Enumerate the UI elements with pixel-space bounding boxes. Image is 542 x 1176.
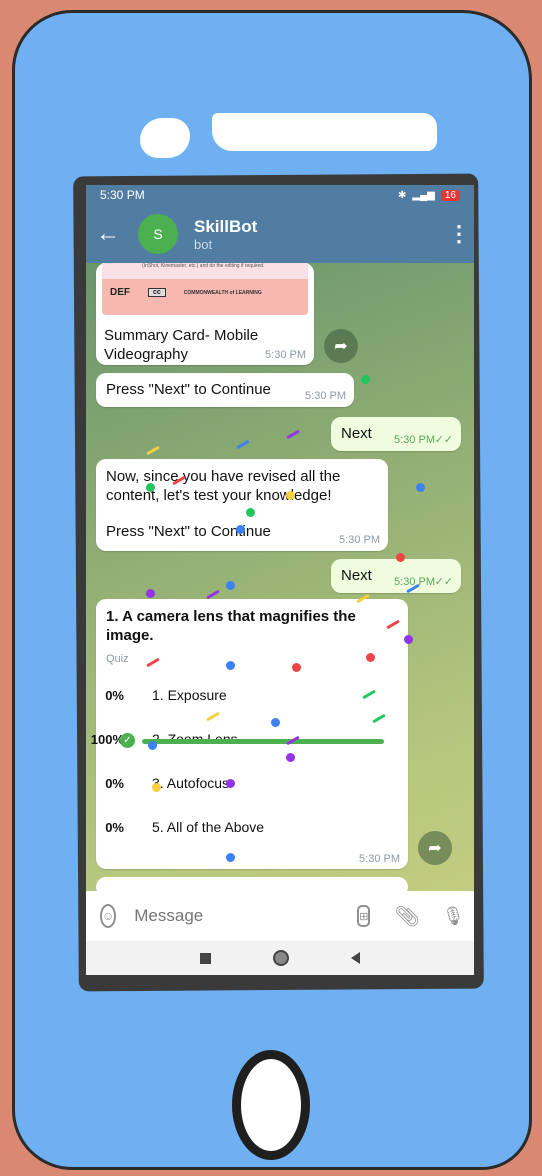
message-text: Next	[341, 567, 372, 584]
message-list[interactable]: (InShot, Kinemaster, etc.) and do the ed…	[86, 263, 474, 897]
home-icon[interactable]	[273, 950, 289, 966]
emoji-icon[interactable]: ☺	[100, 904, 117, 928]
quiz-message[interactable]: 1. A camera lens that magnifies the imag…	[91, 599, 408, 869]
bot-commands-icon[interactable]: ⊞	[357, 905, 371, 927]
message-input[interactable]	[132, 905, 358, 927]
confetti-piece	[226, 581, 235, 590]
option-label: 5. All of the Above	[152, 819, 265, 835]
confetti-piece	[286, 753, 295, 762]
message-time: 5:30 PM	[359, 853, 400, 865]
quiz-option[interactable]: 0% 5. All of the Above	[96, 819, 386, 839]
confetti-piece	[152, 783, 161, 792]
confetti-piece	[148, 741, 157, 750]
more-menu-icon[interactable]: ⋮	[444, 221, 474, 247]
chat-header: ← S SkillBot bot ⋮	[86, 205, 474, 263]
confetti-piece	[404, 635, 413, 644]
status-time: 5:30 PM	[100, 188, 145, 202]
option-percent: 100%	[90, 732, 124, 747]
message-text: Next	[341, 425, 372, 442]
summary-card-top-text: (InShot, Kinemaster, etc.) and do the ed…	[102, 263, 308, 279]
confetti-piece	[236, 525, 245, 534]
logo-def: DEF	[110, 287, 130, 298]
confetti-piece	[416, 483, 425, 492]
confetti-piece	[286, 491, 295, 500]
option-label: 3. Autofocus	[152, 775, 230, 791]
message-bubble-out[interactable]: Next 5:30 PM ✓✓	[331, 559, 461, 593]
confetti-piece	[226, 853, 235, 862]
result-bar	[142, 739, 384, 744]
correct-check-icon: ✓	[120, 733, 135, 748]
chat-title-block[interactable]: SkillBot bot	[194, 217, 444, 252]
confetti-piece	[246, 508, 255, 517]
phone-screen: 5:30 PM ✱ ▂▄▆ 16 ← S SkillBot bot ⋮ (InS…	[86, 185, 474, 975]
confetti-piece	[396, 553, 405, 562]
confetti-piece	[146, 483, 155, 492]
status-icons: ✱ ▂▄▆ 16	[398, 189, 460, 201]
logo-col: COMMONWEALTH of LEARNING	[183, 289, 262, 296]
message-time: 5:30 PM	[265, 349, 306, 361]
back-icon[interactable]	[351, 952, 360, 964]
message-text: Press "Next" to Continue	[106, 523, 271, 540]
summary-card-message[interactable]: (InShot, Kinemaster, etc.) and do the ed…	[96, 263, 314, 365]
battery-icon: 16	[440, 189, 460, 201]
double-check-icon: ✓✓	[434, 434, 453, 446]
chat-title: SkillBot	[194, 216, 258, 236]
recents-icon[interactable]	[200, 952, 211, 964]
signal-icon: ▂▄▆	[412, 189, 435, 201]
message-text: Press "Next" to Continue	[106, 381, 271, 398]
confetti-piece	[366, 653, 375, 662]
confetti-piece	[146, 589, 155, 598]
confetti-piece	[271, 718, 280, 727]
share-icon[interactable]: ➦	[324, 329, 358, 363]
option-percent: 0%	[105, 776, 124, 791]
confetti-piece	[286, 429, 300, 440]
microphone-icon[interactable]: 🎙︎	[442, 906, 465, 927]
confetti-piece	[236, 439, 250, 450]
phone-home-button[interactable]	[232, 1050, 310, 1160]
avatar[interactable]: S	[138, 214, 178, 254]
android-nav-bar	[86, 941, 474, 975]
message-bubble-in[interactable]: Press "Next" to Continue 5:30 PM	[96, 373, 354, 407]
message-bubble-in[interactable]: Now, since you have revised all the cont…	[96, 459, 388, 551]
summary-card-caption: Summary Card- Mobile Videography	[104, 327, 259, 363]
confetti-piece	[226, 779, 235, 788]
quiz-question: 1. A camera lens that magnifies the imag…	[106, 608, 356, 644]
summary-card-logos: DEF cc COMMONWEALTH of LEARNING	[110, 287, 262, 298]
phone-camera	[140, 118, 190, 158]
confetti-piece	[361, 375, 370, 384]
message-time: 5:30 PM	[305, 390, 346, 402]
chat-subtitle: bot	[194, 236, 213, 252]
message-composer: ☺ ⊞ 📎︎ 🎙︎	[86, 891, 474, 941]
message-time: 5:30 PM	[339, 534, 380, 546]
message-time: 5:30 PM	[394, 434, 435, 446]
cc-license-badge: cc	[148, 288, 166, 297]
confetti-piece	[226, 661, 235, 670]
quiz-type-label: Quiz	[106, 653, 129, 665]
option-label: 1. Exposure	[152, 687, 227, 703]
double-check-icon: ✓✓	[434, 576, 453, 588]
confetti-piece	[146, 445, 160, 456]
option-percent: 0%	[105, 688, 124, 703]
confetti-piece	[292, 663, 301, 672]
bluetooth-icon: ✱	[398, 189, 407, 201]
quiz-option[interactable]: 0% 3. Autofocus	[96, 775, 386, 795]
option-percent: 0%	[105, 820, 124, 835]
share-icon[interactable]: ➦	[418, 831, 452, 865]
attach-icon[interactable]: 📎︎	[394, 904, 419, 929]
confetti-piece	[206, 589, 220, 600]
status-bar: 5:30 PM ✱ ▂▄▆ 16	[86, 185, 474, 205]
phone-speaker	[212, 113, 437, 151]
message-bubble-out[interactable]: Next 5:30 PM ✓✓	[331, 417, 461, 451]
quiz-option[interactable]: 0% 1. Exposure	[96, 687, 386, 707]
back-arrow-icon[interactable]: ←	[86, 220, 130, 248]
